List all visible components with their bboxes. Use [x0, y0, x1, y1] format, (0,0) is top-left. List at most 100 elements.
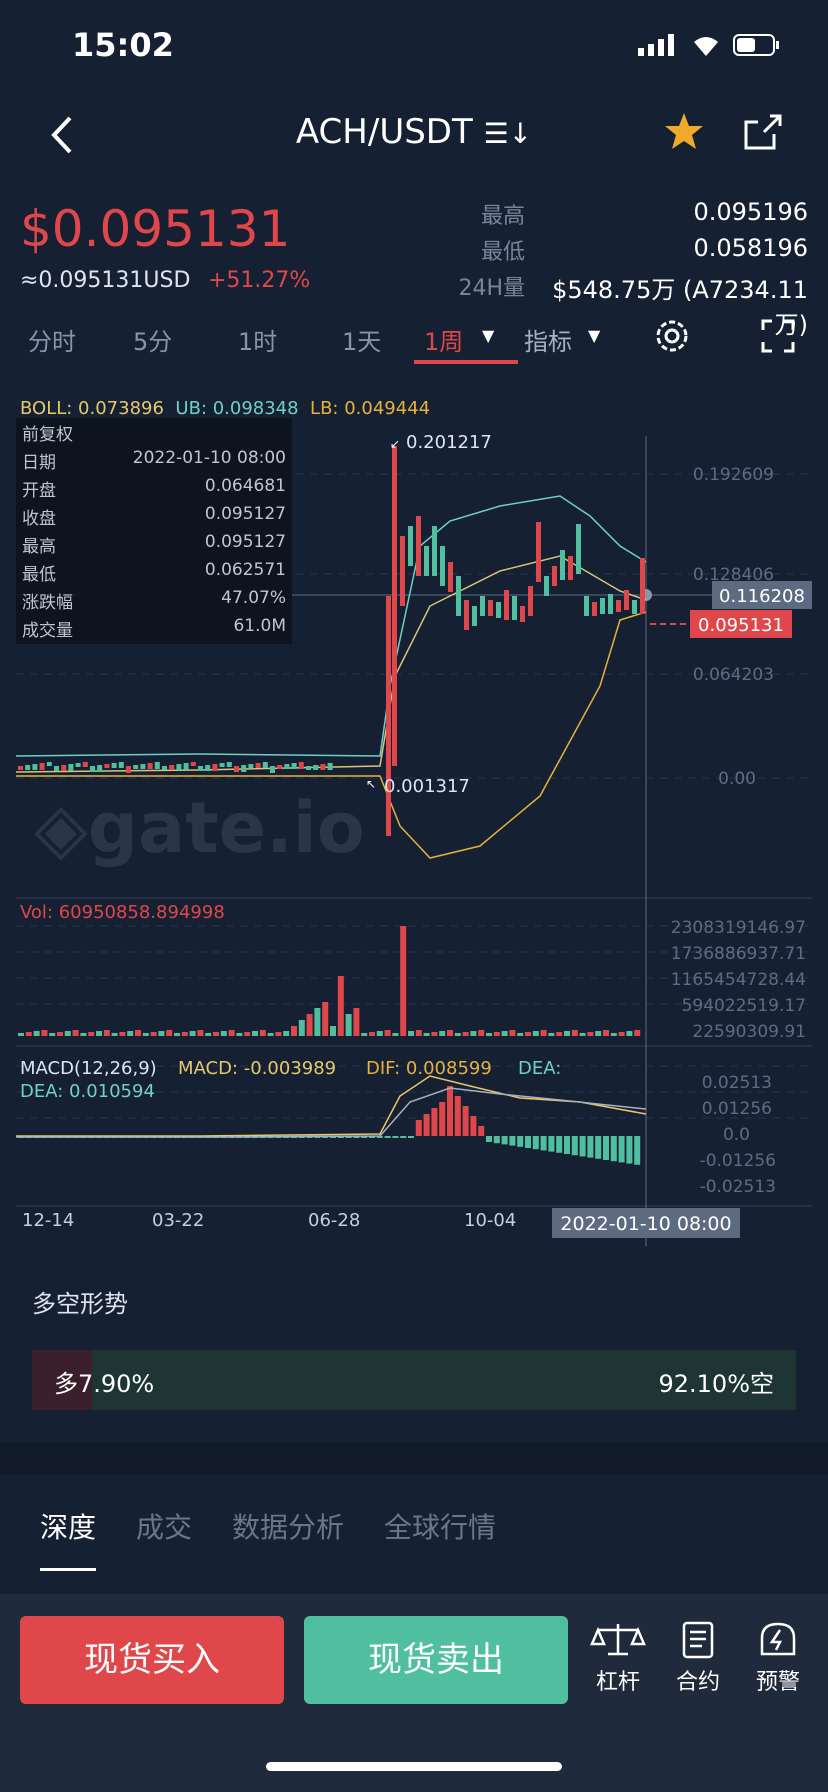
- volume-bar: [306, 1014, 313, 1036]
- tab-indicator[interactable]: 指标: [524, 322, 572, 357]
- candle: [190, 762, 196, 766]
- volume-bar: [174, 1033, 180, 1036]
- volume-bar: [259, 1030, 266, 1036]
- candle: [568, 556, 573, 580]
- volume-bar: [610, 1033, 617, 1036]
- candle: [68, 764, 74, 771]
- candle: [528, 586, 533, 616]
- volume-bar: [49, 1033, 56, 1036]
- usd-price: ≈0.095131USD: [20, 268, 191, 293]
- macd-bar: [595, 1136, 602, 1159]
- candle: [104, 764, 110, 768]
- star-icon[interactable]: [662, 110, 706, 154]
- volume-bar: [361, 1033, 368, 1036]
- macd-bar: [400, 1136, 407, 1138]
- tab-1h[interactable]: 1时: [238, 322, 277, 357]
- volume-bar: [142, 1033, 149, 1036]
- low-mark-label: 0.001317: [384, 776, 470, 797]
- candle: [386, 596, 391, 836]
- macd-bar: [486, 1136, 492, 1142]
- candle: [248, 764, 254, 768]
- boll-lb-label: LB: 0.049444: [310, 398, 431, 419]
- volume-bar: [119, 1032, 126, 1036]
- high-value: 0.095196: [693, 198, 808, 226]
- macd-bar: [618, 1136, 625, 1163]
- tab-5m[interactable]: 5分: [133, 322, 172, 357]
- volume-bar: [384, 1030, 391, 1036]
- volume-bar: [345, 1014, 352, 1036]
- settings-gear-icon[interactable]: [652, 316, 692, 356]
- candle: [320, 764, 326, 770]
- macd-bar: [447, 1086, 453, 1136]
- macd-bar: [610, 1136, 617, 1162]
- volume-label: Vol: 60950858.894998: [20, 902, 225, 923]
- candle: [424, 546, 429, 576]
- macd-bar: [540, 1136, 547, 1151]
- volume-bar: [330, 1026, 336, 1036]
- candle: [544, 576, 549, 596]
- volume-bar: [618, 1032, 625, 1036]
- tab-trades[interactable]: 成交: [136, 1506, 192, 1546]
- svg-text:↙: ↙: [390, 437, 400, 451]
- macd-bar: [392, 1136, 399, 1138]
- volume-bar: [158, 1031, 165, 1036]
- tab-1d[interactable]: 1天: [342, 322, 381, 357]
- contract-button[interactable]: 合约: [668, 1620, 728, 1710]
- bell-lightning-icon: [760, 1622, 796, 1656]
- alert-button[interactable]: 预警: [748, 1620, 808, 1710]
- swap-icon[interactable]: ☰↓: [484, 117, 533, 150]
- candle: [154, 762, 160, 769]
- volume-bar: [595, 1031, 602, 1036]
- spot-buy-button[interactable]: 现货买入: [20, 1616, 284, 1704]
- tab-data-analysis[interactable]: 数据分析: [232, 1506, 344, 1546]
- tab-1w[interactable]: 1周: [424, 322, 463, 357]
- info-key: 开盘: [22, 481, 56, 501]
- volume-bar: [571, 1030, 578, 1036]
- candle: [277, 765, 283, 769]
- candle: [162, 766, 167, 770]
- volume-bar: [72, 1030, 79, 1036]
- dea-label: DEA:: [518, 1058, 561, 1079]
- volume-bar: [486, 1033, 492, 1036]
- volume-bar: [376, 1031, 383, 1036]
- volume-bar: [470, 1031, 477, 1036]
- candle: [456, 576, 461, 616]
- macd-axis-tick: 0.0: [723, 1125, 750, 1145]
- candle: [520, 606, 525, 622]
- leverage-label: 杠杆: [595, 1670, 640, 1695]
- active-tab-underline: [40, 1568, 96, 1571]
- candle: [408, 526, 413, 566]
- volume-bar: [454, 1033, 461, 1036]
- share-icon[interactable]: [740, 110, 784, 154]
- volume-bar: [135, 1030, 141, 1036]
- macd-bar: [579, 1136, 586, 1157]
- tab-depth[interactable]: 深度: [40, 1506, 96, 1546]
- candle: [234, 766, 239, 772]
- macd-axis-tick: -0.02513: [700, 1177, 776, 1197]
- chevron-down-icon: ▼: [588, 326, 601, 345]
- section-divider: [0, 1442, 828, 1474]
- info-value: 0.064681: [204, 476, 286, 496]
- candle: [592, 602, 597, 616]
- candle: [147, 763, 153, 769]
- volume-bar: [525, 1032, 531, 1036]
- volume-bar: [353, 1008, 360, 1036]
- spot-sell-button[interactable]: 现货卖出: [304, 1616, 568, 1704]
- candle: [291, 763, 297, 769]
- candle: [46, 762, 52, 766]
- volume-bar: [314, 1008, 321, 1036]
- price-axis-tick: 0.192609: [693, 465, 774, 485]
- tab-timeline[interactable]: 分时: [28, 322, 76, 357]
- candle: [39, 763, 45, 770]
- crosshair-price-tag: 0.116208: [719, 586, 805, 607]
- tab-global-market[interactable]: 全球行情: [384, 1506, 496, 1546]
- macd-bar: [532, 1136, 539, 1150]
- gateio-watermark: ◈gate.io: [34, 787, 365, 869]
- volume-bar: [447, 1030, 453, 1036]
- last-price: $0.095131: [20, 200, 291, 258]
- fullscreen-icon[interactable]: [760, 318, 796, 354]
- crosshair-date-tag: 2022-01-10 08:00: [560, 1213, 731, 1235]
- candle: [198, 766, 203, 771]
- volume-bar: [540, 1030, 547, 1036]
- leverage-button[interactable]: 杠杆: [588, 1620, 648, 1710]
